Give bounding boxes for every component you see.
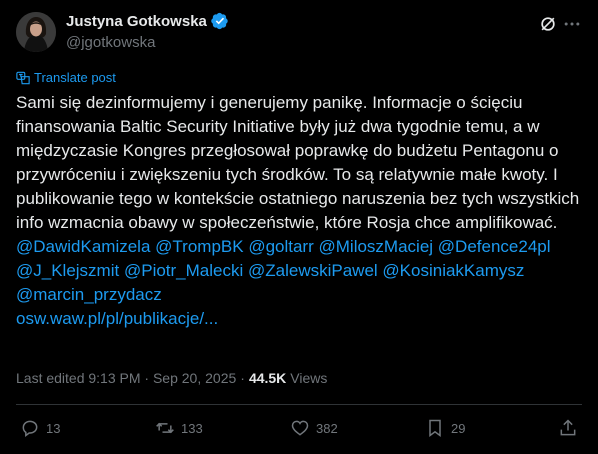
mention-link[interactable]: @marcin_przydacz	[16, 285, 162, 304]
translate-icon	[16, 71, 30, 84]
share-button[interactable]	[558, 418, 578, 438]
like-button[interactable]: 382	[290, 418, 338, 438]
bookmark-icon	[429, 419, 441, 437]
avatar[interactable]	[16, 12, 56, 52]
external-link[interactable]: osw.waw.pl/pl/publikacje/...	[16, 309, 218, 328]
mention-link[interactable]: @TrompBK	[155, 237, 243, 256]
translate-post-link[interactable]: Translate post	[16, 70, 116, 85]
author-name[interactable]: Justyna Gotkowska	[66, 13, 207, 30]
reply-icon	[22, 420, 38, 437]
post-text: Sami się dezinformujemy i generujemy pan…	[16, 93, 580, 232]
views-label: Views	[290, 370, 328, 386]
divider	[16, 404, 582, 405]
edited-timestamp[interactable]: Last edited 9:13 PM · Sep 20, 2025	[16, 370, 236, 386]
bookmark-count: 29	[451, 420, 466, 436]
post-mentions: @DawidKamizela @TrompBK @goltarr @Milosz…	[16, 235, 582, 307]
repost-icon	[156, 422, 174, 434]
mention-link[interactable]: @Piotr_Malecki	[124, 261, 243, 280]
author-handle[interactable]: @jgotkowska	[66, 34, 155, 51]
views-count: 44.5K	[248, 370, 287, 386]
reply-button[interactable]: 13	[20, 418, 60, 438]
verified-badge-icon	[211, 12, 229, 30]
mention-link[interactable]: @goltarr	[248, 237, 313, 256]
share-icon	[560, 419, 576, 436]
more-options-icon[interactable]	[562, 14, 582, 34]
mention-link[interactable]: @ZalewskiPawel	[248, 261, 378, 280]
mention-link[interactable]: @MiloszMaciej	[319, 237, 434, 256]
author-name-row: Justyna Gotkowska	[66, 12, 229, 30]
post-body: Sami się dezinformujemy i generujemy pan…	[16, 91, 582, 331]
post-meta: Last edited 9:13 PM · Sep 20, 2025 · 44.…	[16, 370, 327, 386]
heart-icon	[291, 420, 309, 436]
mention-link[interactable]: @J_Klejszmit	[16, 261, 119, 280]
mention-link[interactable]: @DawidKamizela	[16, 237, 150, 256]
avatar-image	[16, 12, 56, 52]
reply-count: 13	[46, 420, 61, 436]
translate-label: Translate post	[34, 70, 116, 85]
repost-count: 133	[181, 420, 203, 436]
grok-icon[interactable]	[538, 14, 558, 34]
bookmark-button[interactable]: 29	[425, 418, 465, 438]
mention-link[interactable]: @KosiniakKamysz	[382, 261, 524, 280]
mention-link[interactable]: @Defence24pl	[438, 237, 551, 256]
like-count: 382	[316, 420, 338, 436]
meta-separator: ·	[240, 370, 245, 386]
repost-button[interactable]: 133	[155, 418, 203, 438]
action-bar: 13 133 382 29	[0, 418, 598, 444]
